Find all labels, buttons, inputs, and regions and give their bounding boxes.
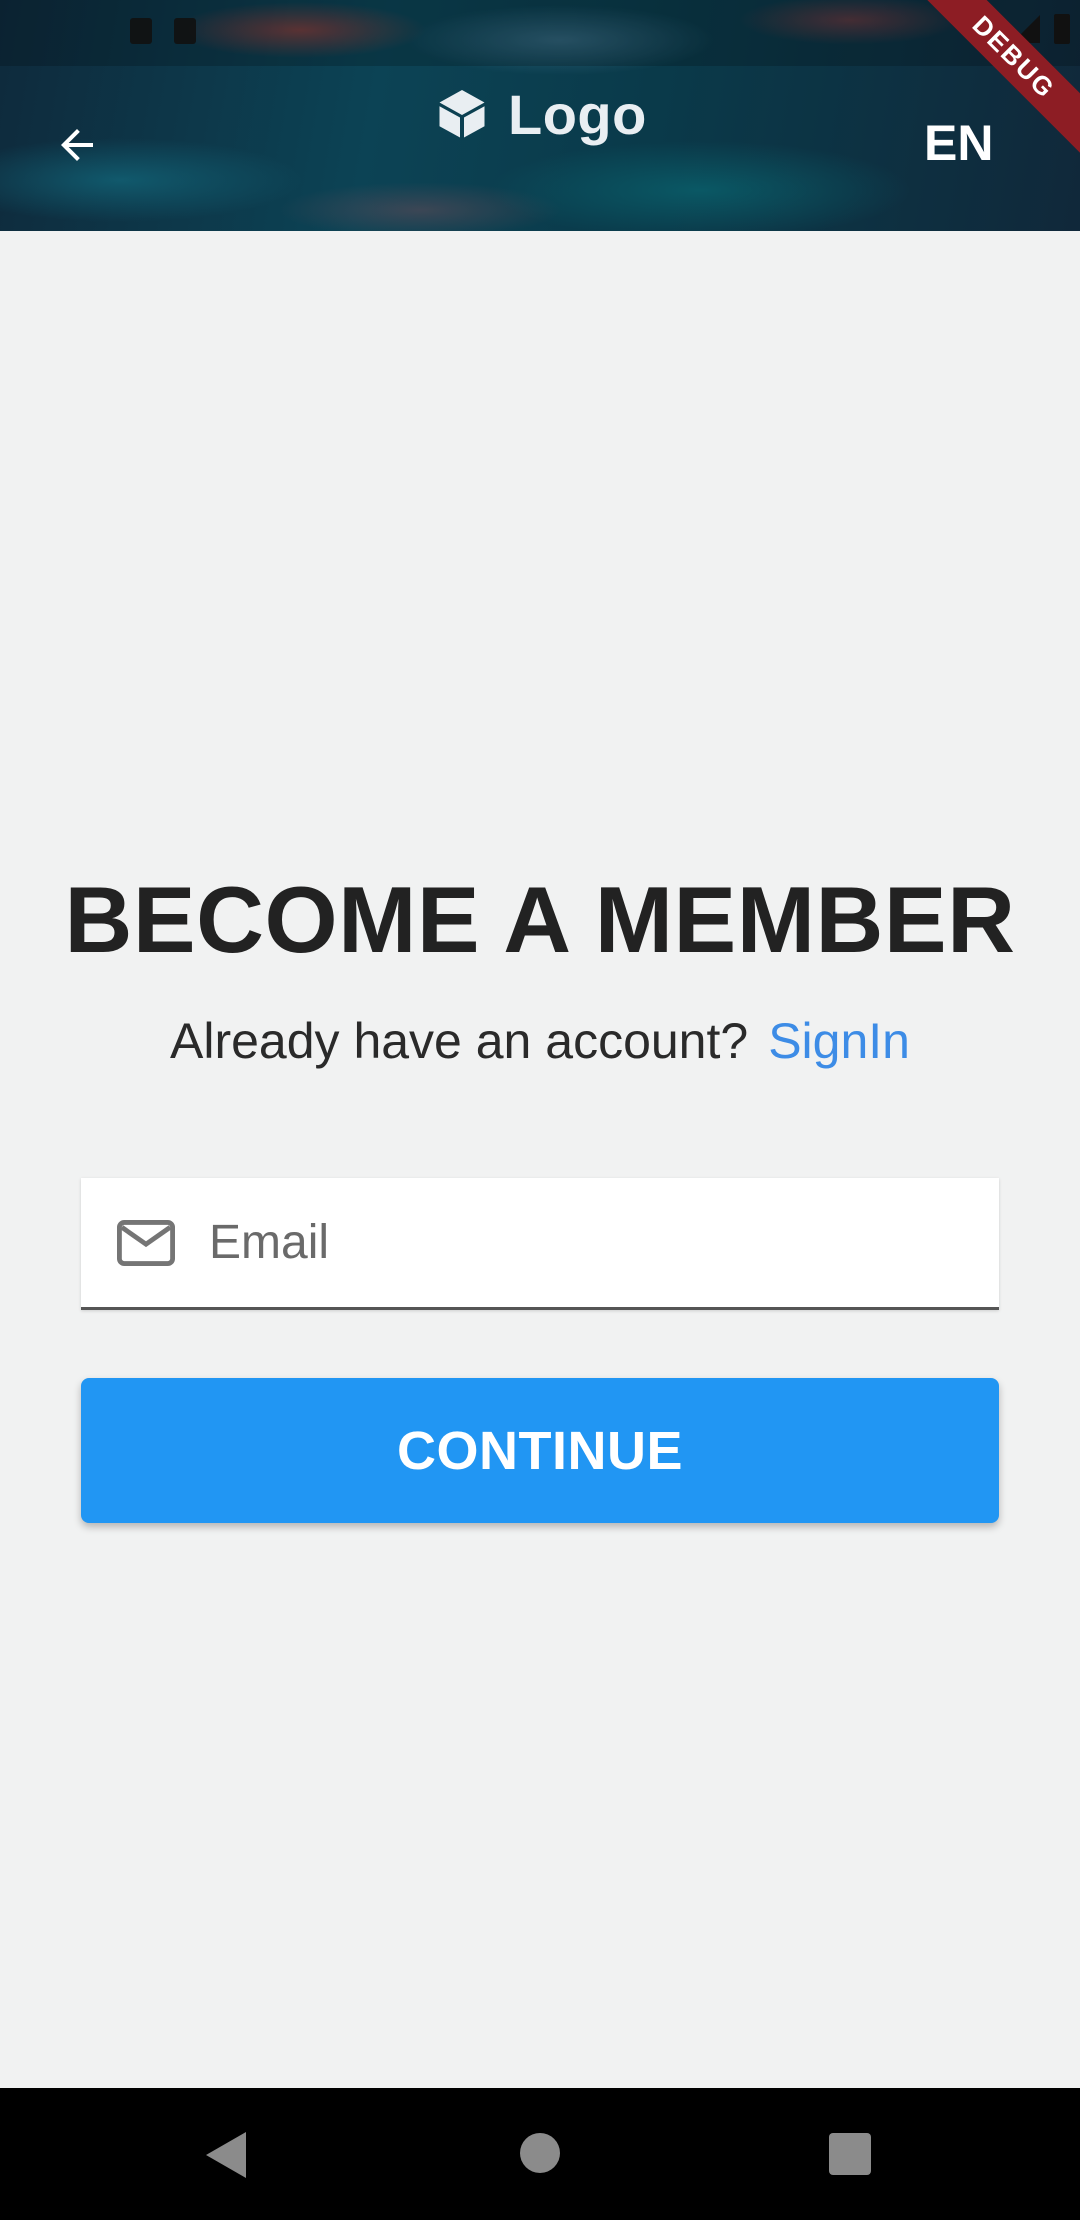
status-bar [0,0,1080,66]
logo-text: Logo [508,83,647,146]
app-header: Logo EN DEBUG [0,0,1080,231]
triangle-back-icon[interactable] [206,2132,246,2178]
notification-icon [174,18,196,44]
account-prompt: Already have an account? SignIn [0,1012,1080,1070]
app-logo: Logo [432,82,647,147]
square-recents-icon[interactable] [829,2133,871,2175]
battery-icon [1054,14,1070,44]
notification-icon [130,18,152,44]
language-selector[interactable]: EN [924,114,993,172]
back-button[interactable] [40,108,114,182]
cube-icon [439,89,485,137]
email-field[interactable] [81,1178,999,1310]
mail-icon [117,1219,175,1266]
system-nav-bar [0,2088,1080,2220]
signin-link[interactable]: SignIn [768,1013,910,1069]
signup-screen: Logo EN DEBUG BECOME A MEMBER Already ha… [0,0,1080,2220]
status-notification-icons [130,18,196,44]
page-title: BECOME A MEMBER [64,867,1016,972]
email-input[interactable] [209,1215,949,1270]
account-prompt-text: Already have an account? [170,1013,749,1069]
circle-home-icon[interactable] [520,2133,560,2173]
continue-button[interactable]: CONTINUE [81,1378,999,1523]
arrow-back-icon [61,129,93,161]
